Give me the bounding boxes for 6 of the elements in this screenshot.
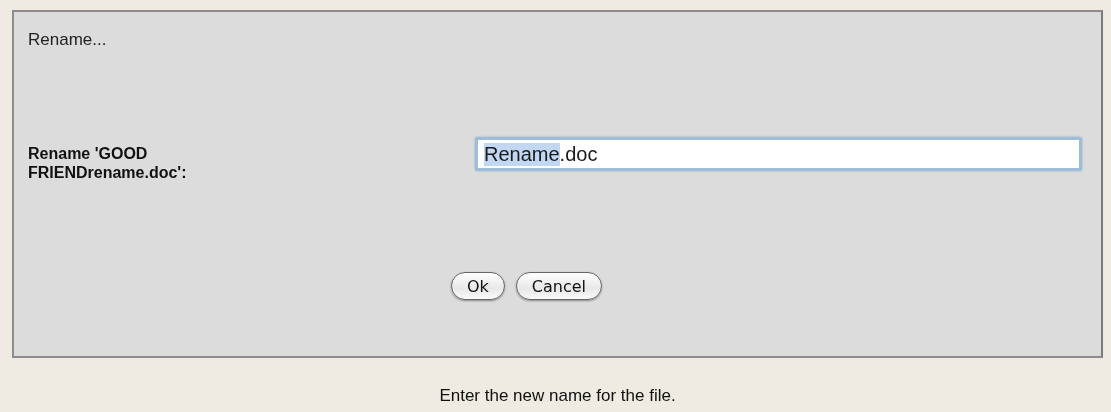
hint-text: Enter the new name for the file. [439, 386, 676, 405]
cancel-button[interactable]: Cancel [515, 272, 603, 300]
field-label: Rename 'GOOD FRIENDrename.doc': [28, 144, 188, 182]
dialog-title: Rename... [28, 30, 107, 50]
input-field[interactable]: Rename.doc [475, 137, 1082, 171]
ok-button[interactable]: Ok [450, 272, 505, 300]
